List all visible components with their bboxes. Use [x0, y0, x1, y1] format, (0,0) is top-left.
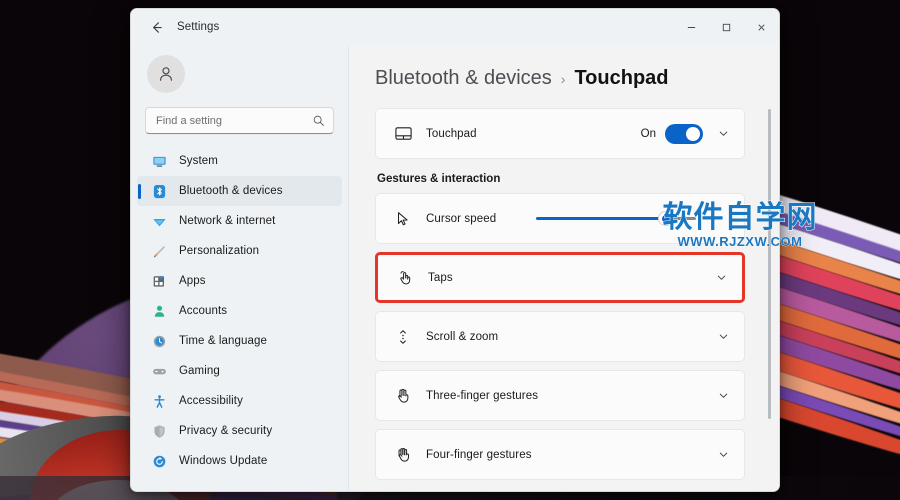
chevron-down-icon[interactable] — [703, 330, 730, 343]
page-title: Touchpad — [574, 67, 668, 90]
taps-row[interactable]: Taps — [375, 252, 745, 303]
cursor-arrow-icon — [392, 210, 414, 228]
breadcrumb-separator: › — [561, 71, 566, 87]
sidebar-item-bluetooth-devices[interactable]: Bluetooth & devices — [137, 176, 342, 206]
sidebar-item-label: Personalization — [179, 245, 259, 257]
sidebar-item-apps[interactable]: Apps — [137, 266, 342, 296]
four-finger-hand-icon — [392, 446, 414, 464]
sidebar-item-system[interactable]: System — [137, 146, 342, 176]
sidebar-item-network-internet[interactable]: Network & internet — [137, 206, 342, 236]
system-monitor-icon — [151, 153, 167, 169]
title-bar: Settings — [131, 9, 779, 45]
scroll-updown-icon — [392, 328, 414, 346]
chevron-down-icon[interactable] — [703, 448, 730, 461]
accessibility-person-icon — [151, 393, 167, 409]
network-wifi-icon — [151, 213, 167, 229]
sidebar-item-windows-update[interactable]: Windows Update — [137, 446, 342, 476]
tap-hand-icon — [394, 269, 416, 287]
touchpad-card[interactable]: Touchpad On — [375, 108, 745, 159]
update-refresh-icon — [151, 453, 167, 469]
touchpad-toggle-state: On — [641, 128, 656, 140]
sidebar-item-privacy-security[interactable]: Privacy & security — [137, 416, 342, 446]
search-icon — [312, 114, 325, 132]
sidebar-item-label: Gaming — [179, 365, 220, 377]
avatar[interactable] — [147, 55, 185, 93]
sidebar-item-accessibility[interactable]: Accessibility — [137, 386, 342, 416]
vertical-scrollbar[interactable] — [768, 109, 771, 419]
scroll-zoom-label: Scroll & zoom — [426, 331, 498, 343]
desktop-background: Settings — [0, 0, 900, 500]
taps-label: Taps — [428, 272, 453, 284]
account-block[interactable] — [131, 49, 348, 103]
shield-icon — [151, 423, 167, 439]
window-controls — [674, 9, 779, 45]
four-finger-gestures-row[interactable]: Four-finger gestures — [375, 429, 745, 480]
search-input[interactable] — [156, 115, 307, 127]
bluetooth-icon — [151, 183, 167, 199]
minimize-button[interactable] — [674, 9, 709, 45]
sidebar-item-time-language[interactable]: Time & language — [137, 326, 342, 356]
sidebar-item-personalization[interactable]: Personalization — [137, 236, 342, 266]
settings-window: Settings — [130, 8, 780, 492]
search-container — [131, 103, 348, 144]
close-button[interactable] — [744, 9, 779, 45]
account-person-icon — [151, 303, 167, 319]
sidebar-item-gaming[interactable]: Gaming — [137, 356, 342, 386]
sidebar-item-label: Apps — [179, 275, 206, 287]
sidebar-item-label: Bluetooth & devices — [179, 185, 283, 197]
cursor-speed-row[interactable]: Cursor speed — [375, 193, 745, 244]
three-finger-gestures-row[interactable]: Three-finger gestures — [375, 370, 745, 421]
breadcrumb: Bluetooth & devices › Touchpad — [375, 67, 745, 90]
touchpad-card-title: Touchpad — [426, 128, 477, 140]
sidebar-item-label: System — [179, 155, 218, 167]
chevron-down-icon[interactable] — [703, 389, 730, 402]
slider-thumb[interactable] — [658, 211, 673, 226]
sidebar-item-label: Network & internet — [179, 215, 275, 227]
paintbrush-icon — [151, 243, 167, 259]
clock-globe-icon — [151, 333, 167, 349]
breadcrumb-parent[interactable]: Bluetooth & devices — [375, 67, 552, 90]
four-finger-label: Four-finger gestures — [426, 449, 532, 461]
cursor-speed-label: Cursor speed — [426, 213, 496, 225]
sidebar: System Bluetooth & devices Network & int… — [131, 45, 349, 491]
sidebar-item-label: Accessibility — [179, 395, 243, 407]
sidebar-item-label: Accounts — [179, 305, 227, 317]
touchpad-icon — [392, 124, 414, 143]
sidebar-item-label: Time & language — [179, 335, 267, 347]
section-label-gestures: Gestures & interaction — [377, 173, 745, 185]
scroll-zoom-row[interactable]: Scroll & zoom — [375, 311, 745, 362]
sidebar-item-label: Windows Update — [179, 455, 267, 467]
three-finger-hand-icon — [392, 387, 414, 405]
touchpad-toggle[interactable] — [665, 124, 703, 144]
sidebar-item-accounts[interactable]: Accounts — [137, 296, 342, 326]
apps-grid-icon — [151, 273, 167, 289]
sidebar-nav: System Bluetooth & devices Network & int… — [131, 144, 348, 491]
maximize-button[interactable] — [709, 9, 744, 45]
sidebar-item-label: Privacy & security — [179, 425, 272, 437]
gamepad-icon — [151, 363, 167, 379]
chevron-down-icon[interactable] — [701, 271, 728, 284]
three-finger-label: Three-finger gestures — [426, 390, 538, 402]
back-button[interactable] — [141, 14, 171, 40]
main-content: Bluetooth & devices › Touchpad Touchpad … — [349, 45, 779, 491]
cursor-speed-slider[interactable] — [536, 211, 696, 226]
app-title: Settings — [177, 21, 219, 33]
chevron-down-icon[interactable] — [703, 127, 730, 140]
search-box[interactable] — [145, 107, 334, 134]
